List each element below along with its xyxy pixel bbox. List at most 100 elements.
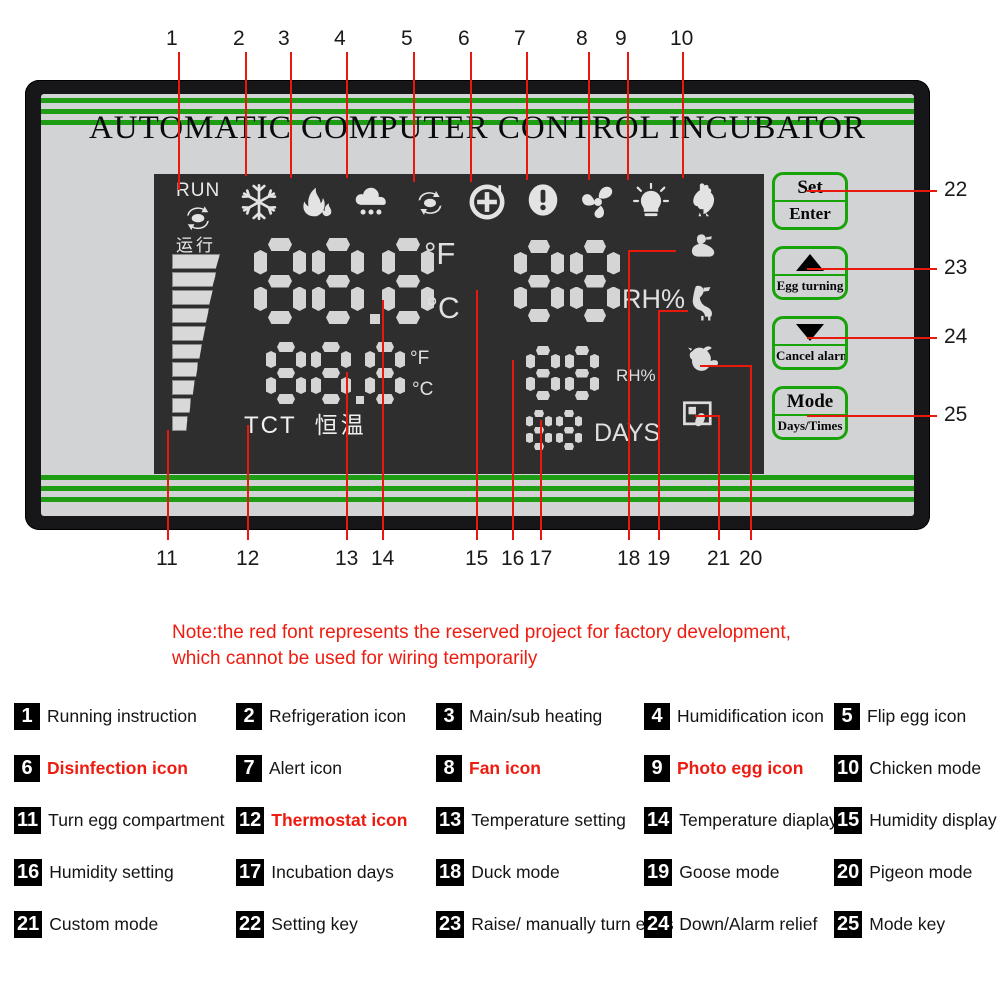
legend-item-24: 24 Down/Alarm relief (644, 911, 834, 938)
callout-number-8: 8 (576, 27, 588, 50)
egg-turning-up-button[interactable]: Egg turning (772, 246, 848, 300)
leader-line (658, 310, 688, 312)
bargraph-segment (172, 380, 195, 395)
run-label-cn: 运行 (176, 236, 216, 255)
leader-line (346, 52, 348, 178)
set-enter-button[interactable]: Set Enter (772, 172, 848, 230)
legend-number-badge: 8 (436, 755, 462, 782)
legend-label: Alert icon (269, 758, 342, 778)
legend-number-badge: 13 (436, 807, 465, 834)
leader-line (695, 415, 718, 417)
legend-item-3: 3 Main/sub heating (436, 703, 644, 730)
custom-mode-icon (678, 398, 718, 437)
device-title: AUTOMATIC COMPUTER CONTROL INCUBATOR (88, 110, 867, 146)
celsius-unit-label-setting: °C (412, 379, 434, 400)
callout-number-2: 2 (233, 27, 245, 50)
seven-segment-digit (570, 240, 620, 322)
leader-line (807, 337, 937, 339)
leader-line (512, 360, 514, 540)
thermostat-indicator: TCT 恒温 (244, 406, 367, 440)
rooster-chicken-mode-icon (684, 180, 720, 218)
seven-segment-digit (556, 410, 582, 450)
leader-line (382, 300, 384, 540)
seven-segment-digit (266, 342, 306, 404)
leader-line (682, 52, 684, 178)
legend-number-badge: 18 (436, 859, 465, 886)
legend-item-18: 18 Duck mode (436, 859, 644, 886)
legend-number-badge: 7 (236, 755, 262, 782)
legend-item-20: 20 Pigeon mode (834, 859, 994, 886)
leader-line (247, 425, 249, 540)
legend-label: Running instruction (47, 706, 197, 726)
legend-label: Turn egg compartment (48, 810, 225, 830)
legend-number-badge: 6 (14, 755, 40, 782)
bargraph-segment (172, 290, 213, 305)
celsius-unit-label: °C (426, 292, 460, 325)
leader-line (627, 52, 629, 180)
legend-item-14: 14 Temperature diaplay (644, 807, 838, 834)
seven-segment-digit (514, 240, 564, 322)
legend-table: 1 Running instruction 2 Refrigeration icon 3… (14, 703, 997, 938)
callout-number-17: 17 (529, 547, 553, 570)
button-bottom-label: Enter (789, 204, 831, 223)
callout-number-1: 1 (166, 27, 178, 50)
callout-number-13: 13 (335, 547, 359, 570)
legend-label: Refrigeration icon (269, 706, 407, 726)
thermostat-label: TCT (244, 412, 297, 439)
legend-label: Custom mode (49, 914, 159, 934)
button-bottom-label: Egg turning (776, 278, 844, 293)
legend-label: Setting key (271, 914, 358, 934)
goose-mode-icon (680, 284, 724, 327)
leader-line (807, 268, 937, 270)
legend-item-8: 8 Fan icon (436, 755, 644, 782)
cancel-alarm-down-button[interactable]: Cancel alarm (772, 316, 848, 370)
leader-line (807, 190, 937, 192)
legend-label: Thermostat icon (271, 810, 408, 830)
seven-segment-digit (526, 346, 560, 400)
legend-label: Photo egg icon (677, 758, 804, 778)
leader-line (700, 365, 750, 367)
legend-item-6: 6 Disinfection icon (14, 755, 236, 782)
thermostat-label-cn: 恒温 (314, 412, 367, 438)
fan-icon (578, 184, 618, 220)
callout-number-9: 9 (615, 27, 627, 50)
leader-line (413, 52, 415, 182)
flame-heating-icon (294, 185, 338, 219)
callout-number-16: 16 (501, 547, 525, 570)
callout-number-3: 3 (278, 27, 290, 50)
callout-number-19: 19 (647, 547, 671, 570)
legend-label: Main/sub heating (469, 706, 603, 726)
callout-number-20: 20 (739, 547, 763, 570)
legend-number-badge: 14 (644, 807, 673, 834)
seven-segment-digit (526, 410, 552, 450)
legend-item-17: 17 Incubation days (236, 859, 436, 886)
legend-label: Humidity setting (49, 862, 174, 882)
up-arrow-icon (775, 249, 845, 276)
legend-label: Flip egg icon (867, 706, 967, 726)
callout-number-10: 10 (670, 27, 694, 50)
running-egg-turn-icon (176, 202, 220, 232)
bargraph-segment (172, 362, 199, 377)
legend-item-25: 25 Mode key (834, 911, 994, 938)
legend-label: Humidification icon (677, 706, 824, 726)
callout-number-5: 5 (401, 27, 413, 50)
legend-item-7: 7 Alert icon (236, 755, 436, 782)
pigeon-mode-icon (680, 342, 726, 381)
mode-button[interactable]: Mode Days/Times (772, 386, 848, 440)
legend-number-badge: 1 (14, 703, 40, 730)
leader-line (476, 290, 478, 540)
note-line-1: Note:the red font represents the reserve… (172, 622, 791, 643)
alert-exclamation-icon (526, 182, 560, 218)
fahrenheit-unit-label-setting: °F (410, 348, 430, 369)
legend-item-2: 2 Refrigeration icon (236, 703, 436, 730)
legend-number-badge: 3 (436, 703, 462, 730)
legend-number-badge: 19 (644, 859, 673, 886)
callout-number-6: 6 (458, 27, 470, 50)
legend-number-badge: 11 (14, 807, 42, 834)
legend-item-19: 19 Goose mode (644, 859, 834, 886)
legend-number-badge: 25 (834, 911, 863, 938)
status-icon-row: RUN (154, 178, 764, 234)
leader-line (588, 52, 590, 180)
seven-segment-digit (565, 346, 599, 400)
legend-number-badge: 15 (834, 807, 863, 834)
